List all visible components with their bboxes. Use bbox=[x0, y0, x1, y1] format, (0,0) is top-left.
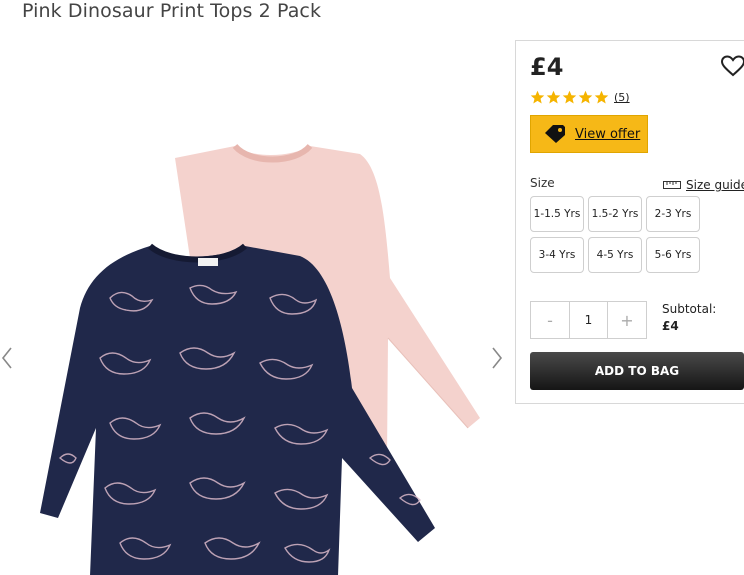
decrease-quantity-button[interactable]: - bbox=[531, 302, 569, 338]
increase-quantity-button[interactable]: + bbox=[608, 302, 646, 338]
size-label: Size bbox=[530, 176, 555, 190]
size-option[interactable]: 2-3 Yrs bbox=[646, 196, 700, 232]
tag-icon bbox=[545, 125, 565, 143]
subtotal-label: Subtotal: bbox=[662, 302, 717, 316]
add-to-bag-button[interactable]: ADD TO BAG bbox=[530, 352, 744, 390]
purchase-panel: £4 (5) View offer Size Size guide 1-1.5 bbox=[515, 40, 744, 404]
view-offer-label: View offer bbox=[575, 126, 641, 142]
star-icon bbox=[578, 90, 593, 104]
quantity-stepper: - 1 + bbox=[530, 301, 647, 339]
size-guide-label: Size guide bbox=[686, 178, 744, 192]
star-icon bbox=[562, 90, 577, 104]
price: £4 bbox=[530, 53, 564, 81]
subtotal-value: £4 bbox=[662, 319, 679, 333]
size-option[interactable]: 5-6 Yrs bbox=[646, 237, 700, 273]
review-count-link[interactable]: (5) bbox=[614, 91, 630, 104]
ruler-icon bbox=[663, 181, 681, 189]
size-option[interactable]: 4-5 Yrs bbox=[588, 237, 642, 273]
size-guide-link[interactable]: Size guide bbox=[663, 178, 744, 192]
star-rating bbox=[530, 90, 609, 105]
next-image-button[interactable] bbox=[490, 345, 504, 371]
view-offer-button[interactable]: View offer bbox=[530, 115, 648, 153]
chevron-left-icon bbox=[1, 347, 12, 369]
star-icon bbox=[594, 90, 609, 104]
chevron-right-icon bbox=[492, 347, 503, 369]
size-options: 1-1.5 Yrs 1.5-2 Yrs 2-3 Yrs 3-4 Yrs 4-5 … bbox=[530, 196, 704, 273]
product-gallery bbox=[0, 40, 510, 575]
previous-image-button[interactable] bbox=[0, 345, 14, 371]
heart-icon bbox=[720, 55, 744, 77]
product-image bbox=[40, 143, 480, 575]
page-title: Pink Dinosaur Print Tops 2 Pack bbox=[22, 0, 322, 22]
size-option[interactable]: 1-1.5 Yrs bbox=[530, 196, 584, 232]
quantity-input[interactable]: 1 bbox=[569, 302, 608, 338]
star-icon bbox=[530, 90, 545, 104]
star-icon bbox=[546, 90, 561, 104]
wishlist-button[interactable] bbox=[720, 55, 744, 77]
size-option[interactable]: 3-4 Yrs bbox=[530, 237, 584, 273]
rating: (5) bbox=[530, 90, 630, 105]
size-option[interactable]: 1.5-2 Yrs bbox=[588, 196, 642, 232]
